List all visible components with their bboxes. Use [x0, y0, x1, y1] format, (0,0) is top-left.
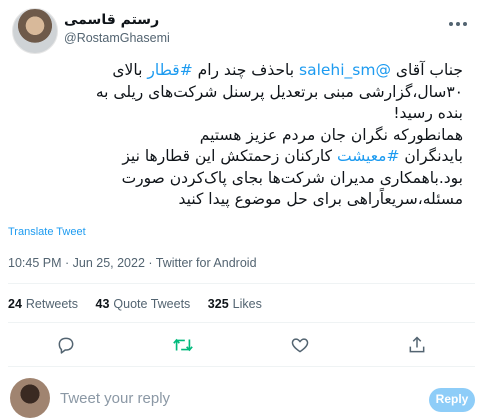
tweet-line: ۳۰سال،گزارشی مبنی برتعدیل پرسنل شرکت‌های…	[8, 82, 463, 104]
author-name[interactable]: رستم قاسمی	[64, 12, 159, 28]
tweet-text-segment: جناب آقای	[391, 61, 463, 79]
quotes-label: Quote Tweets	[113, 297, 191, 311]
tweet-text-segment: ۳۰سال،گزارشی مبنی برتعدیل پرسنل شرکت‌های…	[95, 82, 463, 101]
quotes-stat[interactable]: 43 Quote Tweets	[96, 297, 191, 311]
divider	[8, 366, 475, 367]
reply-button[interactable]: Reply	[429, 388, 475, 412]
tweet-line: بنده رسید!	[8, 103, 463, 125]
mention-link[interactable]: @salehi_sm	[299, 61, 391, 79]
divider	[8, 283, 475, 284]
tweet-text-segment: بنده رسید!	[393, 104, 463, 122]
retweets-label: Retweets	[25, 297, 79, 311]
reply-input[interactable]: Tweet your reply	[60, 390, 170, 407]
tweet-text-segment: همانطورکه نگران جان مردم عزیز هستیم	[199, 125, 463, 144]
tweet-text-segment: مسئله،سریعاًراهی برای حل موضوع پیدا کنید	[178, 190, 463, 208]
author-handle[interactable]: @RostamGhasemi	[64, 31, 170, 45]
retweet-icon[interactable]	[168, 330, 198, 360]
retweets-count: 24	[8, 297, 22, 311]
translate-tweet-link[interactable]: Translate Tweet	[8, 226, 86, 238]
quotes-count: 43	[95, 297, 110, 311]
like-icon[interactable]	[285, 330, 315, 360]
likes-stat[interactable]: 325 Likes	[208, 297, 262, 311]
user-avatar	[10, 378, 50, 418]
tweet-line: بود.باهمکاری مدیران شرکت‌ها بجای پاک‌کرد…	[8, 168, 463, 190]
reply-composer: Tweet your reply Reply	[0, 372, 483, 418]
retweets-stat[interactable]: 24 Retweets	[8, 297, 78, 311]
hashtag-link[interactable]: #معیشت	[337, 147, 400, 165]
tweet-text-segment: بالای	[112, 61, 148, 79]
tweet-line: مسئله،سریعاًراهی برای حل موضوع پیدا کنید	[8, 189, 463, 211]
tweet-line: بایدنگران #معیشت کارکنان زحمتکش این قطار…	[8, 146, 463, 168]
tweet-text-segment: کارکنان زحمتکش این قطارها نیز	[122, 147, 337, 165]
tweet-text-segment: بایدنگران	[399, 147, 463, 165]
divider	[8, 322, 475, 323]
tweet-line: جناب آقای @salehi_sm باحذف چند رام #قطار…	[8, 60, 463, 82]
hashtag-link[interactable]: #قطار	[147, 61, 192, 79]
tweet-text: جناب آقای @salehi_sm باحذف چند رام #قطار…	[8, 60, 463, 211]
tweet-text-segment: بود.باهمکاری مدیران شرکت‌ها بجای پاک‌کرد…	[121, 168, 463, 187]
author-avatar[interactable]	[12, 8, 58, 54]
tweet-meta: 10:45 PM · Jun 25, 2022 · Twitter for An…	[8, 256, 257, 270]
likes-label: Likes	[232, 297, 262, 311]
tweet-text-segment: باحذف چند رام	[192, 61, 300, 79]
tweet-line: همانطورکه نگران جان مردم عزیز هستیم	[8, 125, 463, 147]
share-icon[interactable]	[402, 330, 432, 360]
tweet-actions	[8, 330, 475, 360]
tweet-stats: 24 Retweets 43 Quote Tweets 325 Likes	[8, 297, 276, 311]
tweet-header: رستم قاسمی @RostamGhasemi	[12, 8, 471, 56]
reply-icon[interactable]	[51, 330, 81, 360]
more-icon[interactable]	[445, 14, 471, 34]
likes-count: 325	[207, 297, 229, 311]
